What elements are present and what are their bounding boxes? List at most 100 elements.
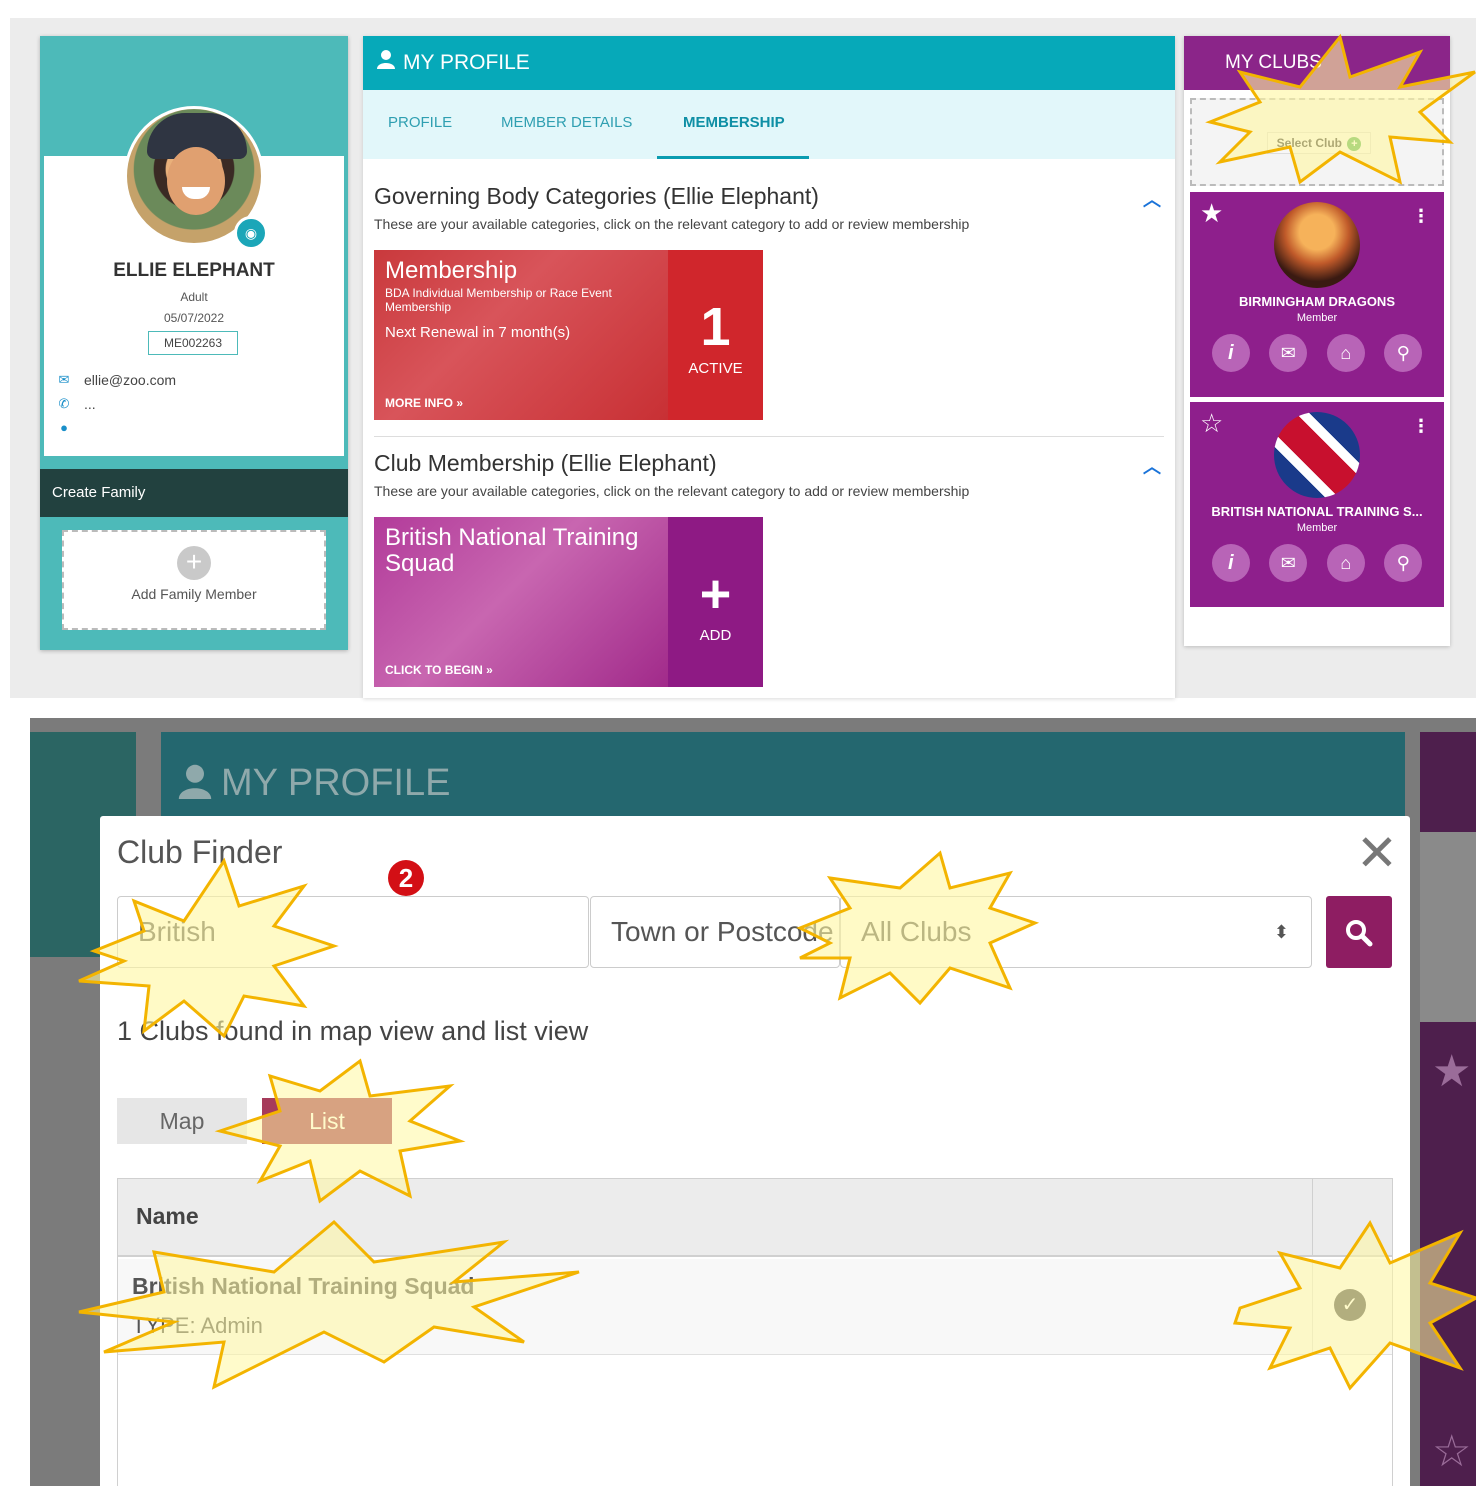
phone-icon: ✆	[58, 396, 70, 411]
club-result-type: TYPE: Admin	[132, 1313, 263, 1338]
club-result-name: British National Training Squad	[132, 1273, 475, 1299]
table-row[interactable]: British National Training Squad TYPE: Ad…	[118, 1259, 1392, 1355]
membership-tile-renewal: Next Renewal in 7 month(s)	[385, 324, 571, 341]
my-profile-panel: MY PROFILE PROFILE MEMBER DETAILS MEMBER…	[363, 36, 1175, 698]
club-membership-title: Club Membership (Ellie Elephant)	[374, 450, 717, 476]
member-id-badge: ME002263	[148, 331, 238, 355]
person-icon	[375, 36, 397, 90]
plus-icon: +	[177, 546, 211, 580]
club-type-select[interactable]: All Clubs ⬍	[840, 896, 1312, 968]
add-plus-icon: +	[699, 564, 732, 624]
section-divider	[374, 436, 1164, 437]
club-tile[interactable]: British National Training Squad CLICK TO…	[374, 517, 763, 687]
club-actions: i ✉ ⌂ ⚲	[1190, 544, 1444, 582]
membership-status-block: 1 ACTIVE	[668, 250, 763, 420]
club-name: BIRMINGHAM DRAGONS	[1239, 294, 1395, 309]
email-text: ellie@zoo.com	[84, 372, 177, 388]
person-icon	[178, 764, 212, 799]
home-icon[interactable]: ⌂	[1326, 544, 1365, 582]
star-icon: ★	[1432, 1047, 1472, 1096]
club-name: BRITISH NATIONAL TRAINING S...	[1211, 504, 1423, 519]
club-tile-title: British National Training Squad	[385, 524, 639, 577]
create-family-bar[interactable]: Create Family	[40, 469, 348, 517]
top-screenshot: ✉ ellie@zoo.com ✆ ... ● ◉ ELLIE ELEPHANT…	[10, 18, 1476, 698]
tab-profile[interactable]: PROFILE	[388, 114, 452, 131]
select-club-area: Select Club +	[1190, 98, 1444, 186]
active-tab-underline	[657, 156, 809, 159]
governing-body-title: Governing Body Categories (Ellie Elephan…	[374, 183, 819, 209]
info-icon[interactable]: i	[1211, 544, 1250, 582]
town-postcode-input[interactable]: Town or Postcode	[590, 896, 840, 968]
click-to-begin-link[interactable]: CLICK TO BEGIN »	[385, 663, 493, 677]
mail-icon[interactable]: ✉	[1269, 544, 1308, 582]
map-view-button[interactable]: Map	[117, 1098, 247, 1144]
name-column-header[interactable]: Name	[136, 1203, 199, 1230]
add-label: ADD	[699, 627, 732, 644]
search-icon	[1346, 920, 1373, 947]
membership-status: ACTIVE	[688, 360, 743, 377]
club-card[interactable]: ☆ ⋮ BRITISH NATIONAL TRAINING S... Membe…	[1190, 402, 1444, 607]
profile-name: ELLIE ELEPHANT	[113, 260, 275, 281]
close-icon[interactable]: ✕	[1356, 824, 1398, 882]
profile-tabs: PROFILE MEMBER DETAILS MEMBERSHIP	[363, 90, 1175, 159]
governing-body-subtitle: These are your available categories, cli…	[374, 216, 970, 232]
star-outline-icon[interactable]: ☆	[1200, 408, 1223, 439]
phone-text: ...	[84, 396, 96, 412]
club-finder-title: Club Finder	[117, 834, 283, 870]
membership-count: 1	[700, 297, 731, 357]
chevron-up-icon[interactable]: ︿	[1143, 186, 1161, 212]
step-marker: 2	[388, 860, 424, 896]
club-membership-subtitle: These are your available categories, cli…	[374, 483, 970, 499]
tab-member-details[interactable]: MEMBER DETAILS	[501, 114, 632, 131]
check-icon[interactable]: ✓	[1334, 1289, 1366, 1321]
address-row: ●	[56, 420, 72, 435]
more-info-link[interactable]: MORE INFO »	[385, 396, 463, 410]
tab-membership[interactable]: MEMBERSHIP	[683, 114, 785, 131]
bottom-screenshot: MY PROFILE ★ ☆ Club Finder ✕ 2 British T…	[30, 718, 1476, 1486]
select-club-label: Select Club	[1276, 136, 1342, 150]
club-role: Member	[1296, 522, 1338, 534]
chevron-up-icon[interactable]: ︿	[1143, 453, 1161, 479]
my-profile-header: MY PROFILE	[363, 36, 1175, 90]
sort-arrows-icon: ⬍	[1273, 922, 1289, 942]
my-clubs-panel: MY CLUBS Select Club + ★ ⋮ BIRMINGHAM DR…	[1184, 36, 1450, 646]
my-clubs-header: MY CLUBS	[1184, 36, 1450, 90]
membership-tile-title: Membership	[385, 257, 518, 284]
club-actions: i ✉ ⌂ ⚲	[1190, 334, 1444, 372]
star-outline-icon: ☆	[1432, 1427, 1472, 1476]
club-role: Member	[1296, 312, 1338, 324]
club-logo	[1274, 202, 1360, 288]
location-icon[interactable]: ⚲	[1384, 544, 1423, 582]
kebab-icon[interactable]: ⋮	[1412, 206, 1430, 227]
mail-icon[interactable]: ✉	[1269, 334, 1308, 372]
phone-row: ✆ ...	[56, 396, 96, 412]
map-pin-icon: ●	[60, 420, 68, 435]
club-card[interactable]: ★ ⋮ BIRMINGHAM DRAGONS Member i ✉ ⌂ ⚲	[1190, 192, 1444, 397]
location-icon[interactable]: ⚲	[1384, 334, 1423, 372]
add-family-member-button[interactable]: + Add Family Member	[62, 530, 326, 630]
info-icon[interactable]: i	[1211, 334, 1250, 372]
list-view-button[interactable]: List	[262, 1098, 392, 1144]
membership-tile-subtitle: BDA Individual Membership or Race Event …	[385, 286, 612, 314]
add-family-member-label: Add Family Member	[131, 586, 257, 602]
background-clubs-panel: ★ ☆	[1420, 732, 1476, 1486]
profile-type: Adult	[180, 290, 208, 304]
select-club-button[interactable]: Select Club +	[1267, 132, 1371, 154]
my-profile-title: MY PROFILE	[403, 51, 530, 74]
club-logo	[1274, 412, 1360, 498]
star-filled-icon[interactable]: ★	[1200, 198, 1223, 229]
email-row: ✉ ellie@zoo.com	[56, 372, 176, 388]
table-header: Name	[118, 1179, 1392, 1257]
membership-tile[interactable]: Membership BDA Individual Membership or …	[374, 250, 763, 420]
club-type-value: All Clubs	[861, 916, 972, 947]
background-profile-title: MY PROFILE	[177, 762, 450, 805]
home-icon[interactable]: ⌂	[1326, 334, 1365, 372]
plus-circle-icon: +	[1347, 136, 1362, 151]
kebab-icon[interactable]: ⋮	[1412, 416, 1430, 437]
camera-icon[interactable]: ◉	[234, 216, 268, 250]
profile-date: 05/07/2022	[163, 311, 225, 325]
club-search-input[interactable]: British	[117, 896, 589, 968]
search-button[interactable]	[1326, 896, 1392, 968]
clubs-table: Name British National Training Squad TYP…	[117, 1178, 1393, 1486]
envelope-icon: ✉	[58, 372, 70, 387]
